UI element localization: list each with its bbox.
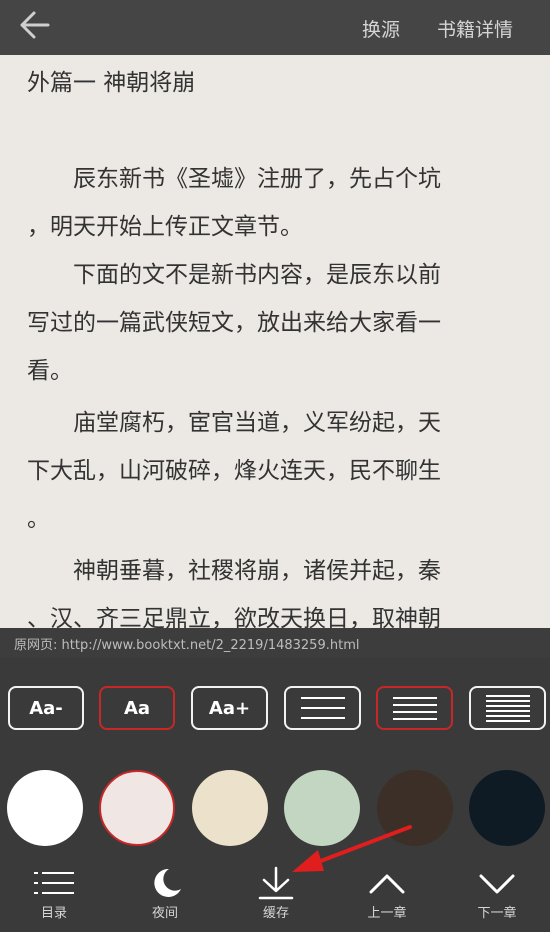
text-line: 下面的文不是新书内容，是辰东以前 (27, 262, 441, 288)
toc-label: 目录 (40, 906, 67, 921)
moon-icon (154, 868, 181, 897)
toc-button[interactable]: 目录 (14, 866, 94, 928)
spacing-medium-icon (392, 696, 437, 720)
text-line: 看。 (27, 358, 73, 384)
theme-white-swatch[interactable] (7, 770, 83, 846)
download-icon (258, 866, 294, 900)
theme-brown-swatch[interactable] (377, 770, 453, 846)
text-line: 、汉、齐三足鼎立，欲改天换日，取神朝 (27, 606, 441, 630)
paragraph-3: 庙堂腐朽，宦官当道，义军纷起，天 下大乱，山河破碎，烽火连天，民不聊生 。 (27, 399, 527, 543)
text-line: 写过的一篇武侠短文，放出来给大家看一 (27, 310, 441, 336)
paragraph-4: 神朝垂暮，社稷将崩，诸侯并起，秦 、汉、齐三足鼎立，欲改天换日，取神朝 (27, 547, 527, 630)
next-chapter-label: 下一章 (477, 906, 517, 921)
cache-button[interactable]: 缓存 (236, 866, 316, 928)
night-label: 夜间 (151, 906, 178, 921)
theme-beige-swatch[interactable] (192, 770, 268, 846)
change-source-button[interactable]: 换源 (362, 15, 400, 42)
prev-chapter-button[interactable]: 上一章 (347, 866, 427, 928)
font-default-button[interactable]: Aa (99, 686, 175, 730)
line-spacing-medium-button[interactable] (376, 686, 453, 730)
text-line: ，明天开始上传正文章节。 (27, 214, 303, 240)
back-arrow-icon (20, 11, 50, 39)
chevron-down-icon (479, 874, 515, 894)
theme-green-swatch[interactable] (284, 770, 360, 846)
paragraph-2: 下面的文不是新书内容，是辰东以前 写过的一篇武侠短文，放出来给大家看一 看。 (27, 251, 527, 395)
text-line: 庙堂腐朽，宦官当道，义军纷起，天 (27, 410, 441, 436)
theme-pink-swatch[interactable] (99, 770, 175, 846)
night-mode-button[interactable]: 夜间 (125, 866, 205, 928)
reading-area[interactable]: 外篇一 神朝将崩 辰东新书《圣墟》注册了，先占个坑 ，明天开始上传正文章节。 下… (0, 55, 550, 630)
text-line: 。 (27, 506, 50, 532)
top-bar: 换源 书籍详情 (0, 0, 550, 55)
chapter-title: 外篇一 神朝将崩 (27, 70, 196, 96)
back-button[interactable] (18, 10, 52, 40)
cache-label: 缓存 (262, 906, 289, 921)
book-details-button[interactable]: 书籍详情 (437, 15, 513, 42)
spacing-wide-icon (300, 697, 345, 719)
spacing-narrow-icon (485, 694, 530, 722)
font-increase-button[interactable]: Aa+ (191, 686, 268, 730)
line-spacing-narrow-button[interactable] (469, 686, 546, 730)
text-line: 辰东新书《圣墟》注册了，先占个坑 (27, 166, 441, 192)
source-url: 原网页: http://www.booktxt.net/2_2219/14832… (14, 638, 360, 653)
prev-chapter-label: 上一章 (367, 906, 407, 921)
font-decrease-button[interactable]: Aa- (8, 686, 84, 730)
theme-navy-swatch[interactable] (469, 770, 545, 846)
chevron-up-icon (369, 874, 405, 894)
paragraph-1: 辰东新书《圣墟》注册了，先占个坑 ，明天开始上传正文章节。 (27, 155, 527, 251)
source-url-bar: 原网页: http://www.booktxt.net/2_2219/14832… (0, 628, 550, 658)
text-line: 神朝垂暮，社稷将崩，诸侯并起，秦 (27, 558, 441, 584)
line-spacing-wide-button[interactable] (284, 686, 361, 730)
list-icon (34, 872, 74, 894)
text-line: 下大乱，山河破碎，烽火连天，民不聊生 (27, 458, 441, 484)
next-chapter-button[interactable]: 下一章 (457, 866, 537, 928)
